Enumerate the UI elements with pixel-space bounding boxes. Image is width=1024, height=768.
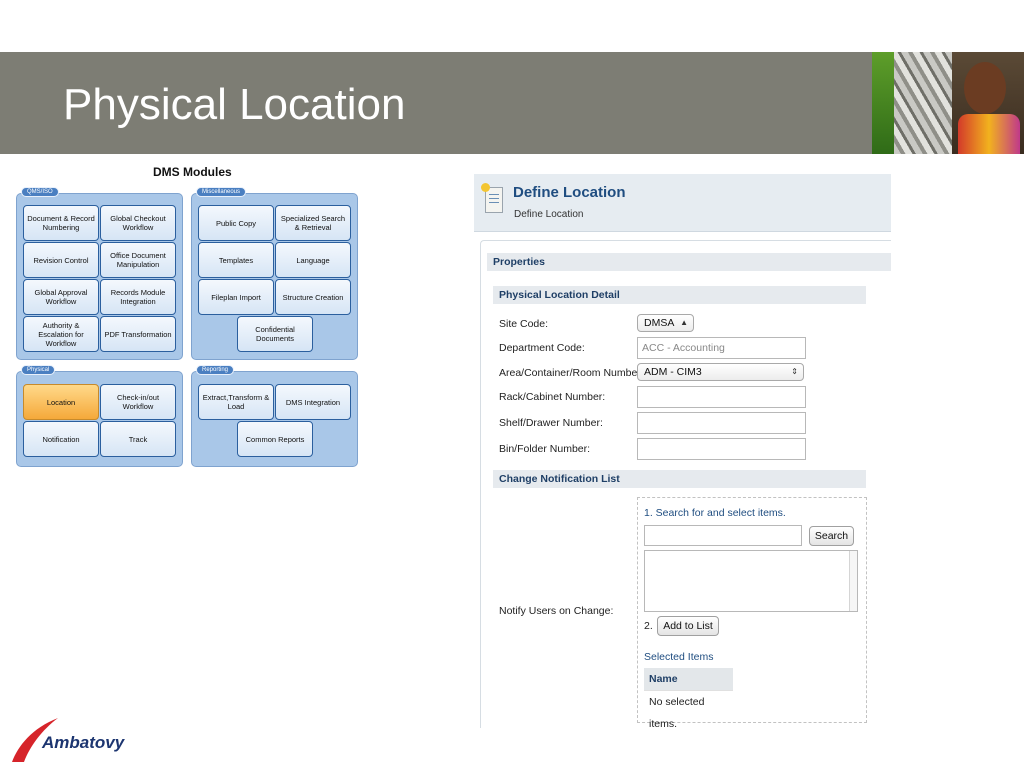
module-document-record-numbering: Document & Record Numbering xyxy=(23,205,99,241)
slide-header: Physical Location xyxy=(0,52,1024,154)
area-number-value: ADM - CIM3 xyxy=(644,366,702,378)
area-number-select[interactable]: ADM - CIM3 ⇕ xyxy=(637,363,804,381)
module-confidential-documents: Confidential Documents xyxy=(237,316,313,352)
form-title: Define Location xyxy=(513,184,626,201)
properties-header: Properties xyxy=(487,253,891,271)
physical-location-detail-header: Physical Location Detail xyxy=(493,286,866,304)
brand-name: Ambatovy xyxy=(42,733,125,752)
department-code-label: Department Code: xyxy=(499,342,585,354)
user-search-input[interactable] xyxy=(644,525,802,546)
search-step-label: 1. Search for and select items. xyxy=(644,507,786,519)
module-dms-integration: DMS Integration xyxy=(275,384,351,420)
department-code-field[interactable]: ACC - Accounting xyxy=(637,337,806,359)
panel-tag-physical: Physical xyxy=(21,365,56,375)
module-common-reports: Common Reports xyxy=(237,421,313,457)
module-global-approval-workflow: Global Approval Workflow xyxy=(23,279,99,315)
module-pdf-transformation: PDF Transformation xyxy=(100,316,176,352)
rack-number-field[interactable] xyxy=(637,386,806,408)
bin-number-label: Bin/Folder Number: xyxy=(499,443,591,455)
module-checkin-out-workflow: Check-in/out Workflow xyxy=(100,384,176,420)
site-code-select[interactable]: DMSA ▲ xyxy=(637,314,694,332)
dms-modules-title: DMS Modules xyxy=(153,165,232,179)
form-header: Define Location Define Location xyxy=(474,174,891,232)
module-specialized-search: Specialized Search & Retrieval xyxy=(275,205,351,241)
panel-tag-reporting: Reporting xyxy=(196,365,235,375)
module-language: Language xyxy=(275,242,351,278)
module-notification: Notification xyxy=(23,421,99,457)
module-public-copy: Public Copy xyxy=(198,205,274,241)
document-icon xyxy=(481,183,503,213)
panel-miscellaneous: Miscellaneous Public Copy Specialized Se… xyxy=(191,187,358,360)
module-location-active: Location xyxy=(23,384,99,420)
panel-reporting: Reporting Extract,Transform & Load DMS I… xyxy=(191,365,358,467)
search-results-list[interactable] xyxy=(644,550,858,612)
module-extract-transform-load: Extract,Transform & Load xyxy=(198,384,274,420)
shelf-number-label: Shelf/Drawer Number: xyxy=(499,417,603,429)
selected-items-name-header: Name xyxy=(644,668,733,690)
module-records-module-integration: Records Module Integration xyxy=(100,279,176,315)
panel-qms-iso: QMS/ISO Document & Record Numbering Glob… xyxy=(16,187,183,360)
header-photo xyxy=(872,52,1024,154)
shelf-number-field[interactable] xyxy=(637,412,806,434)
add-to-list-button[interactable]: Add to List xyxy=(657,616,719,636)
define-location-form: Define Location Define Location Properti… xyxy=(474,174,891,728)
module-authority-escalation: Authority & Escalation for Workflow xyxy=(23,316,99,352)
notify-users-label: Notify Users on Change: xyxy=(499,605,614,617)
panel-tag-qms-iso: QMS/ISO xyxy=(21,187,59,197)
site-code-label: Site Code: xyxy=(499,318,549,330)
module-track: Track xyxy=(100,421,176,457)
area-number-label: Area/Container/Room Number: xyxy=(499,367,644,379)
form-body: Properties Physical Location Detail Site… xyxy=(480,240,891,728)
add-step-label: 2. xyxy=(644,620,653,632)
selected-items-empty: No selected items. xyxy=(644,690,733,728)
panel-physical: Physical Location Check-in/out Workflow … xyxy=(16,365,183,467)
select-arrows-icon: ▲ xyxy=(680,318,688,327)
form-subtitle: Define Location xyxy=(514,209,584,220)
change-notification-header: Change Notification List xyxy=(493,470,866,488)
module-office-document-manipulation: Office Document Manipulation xyxy=(100,242,176,278)
module-global-checkout-workflow: Global Checkout Workflow xyxy=(100,205,176,241)
rack-number-label: Rack/Cabinet Number: xyxy=(499,391,606,403)
site-code-value: DMSA xyxy=(644,317,675,329)
bin-number-field[interactable] xyxy=(637,438,806,460)
module-fileplan-import: Fileplan Import xyxy=(198,279,274,315)
module-structure-creation: Structure Creation xyxy=(275,279,351,315)
slide-title: Physical Location xyxy=(63,80,406,129)
search-button[interactable]: Search xyxy=(809,526,854,546)
scrollbar[interactable] xyxy=(849,551,857,611)
selected-items-label: Selected Items xyxy=(644,651,714,663)
select-arrows-icon: ⇕ xyxy=(791,367,798,376)
panel-tag-miscellaneous: Miscellaneous xyxy=(196,187,247,197)
module-templates: Templates xyxy=(198,242,274,278)
module-revision-control: Revision Control xyxy=(23,242,99,278)
